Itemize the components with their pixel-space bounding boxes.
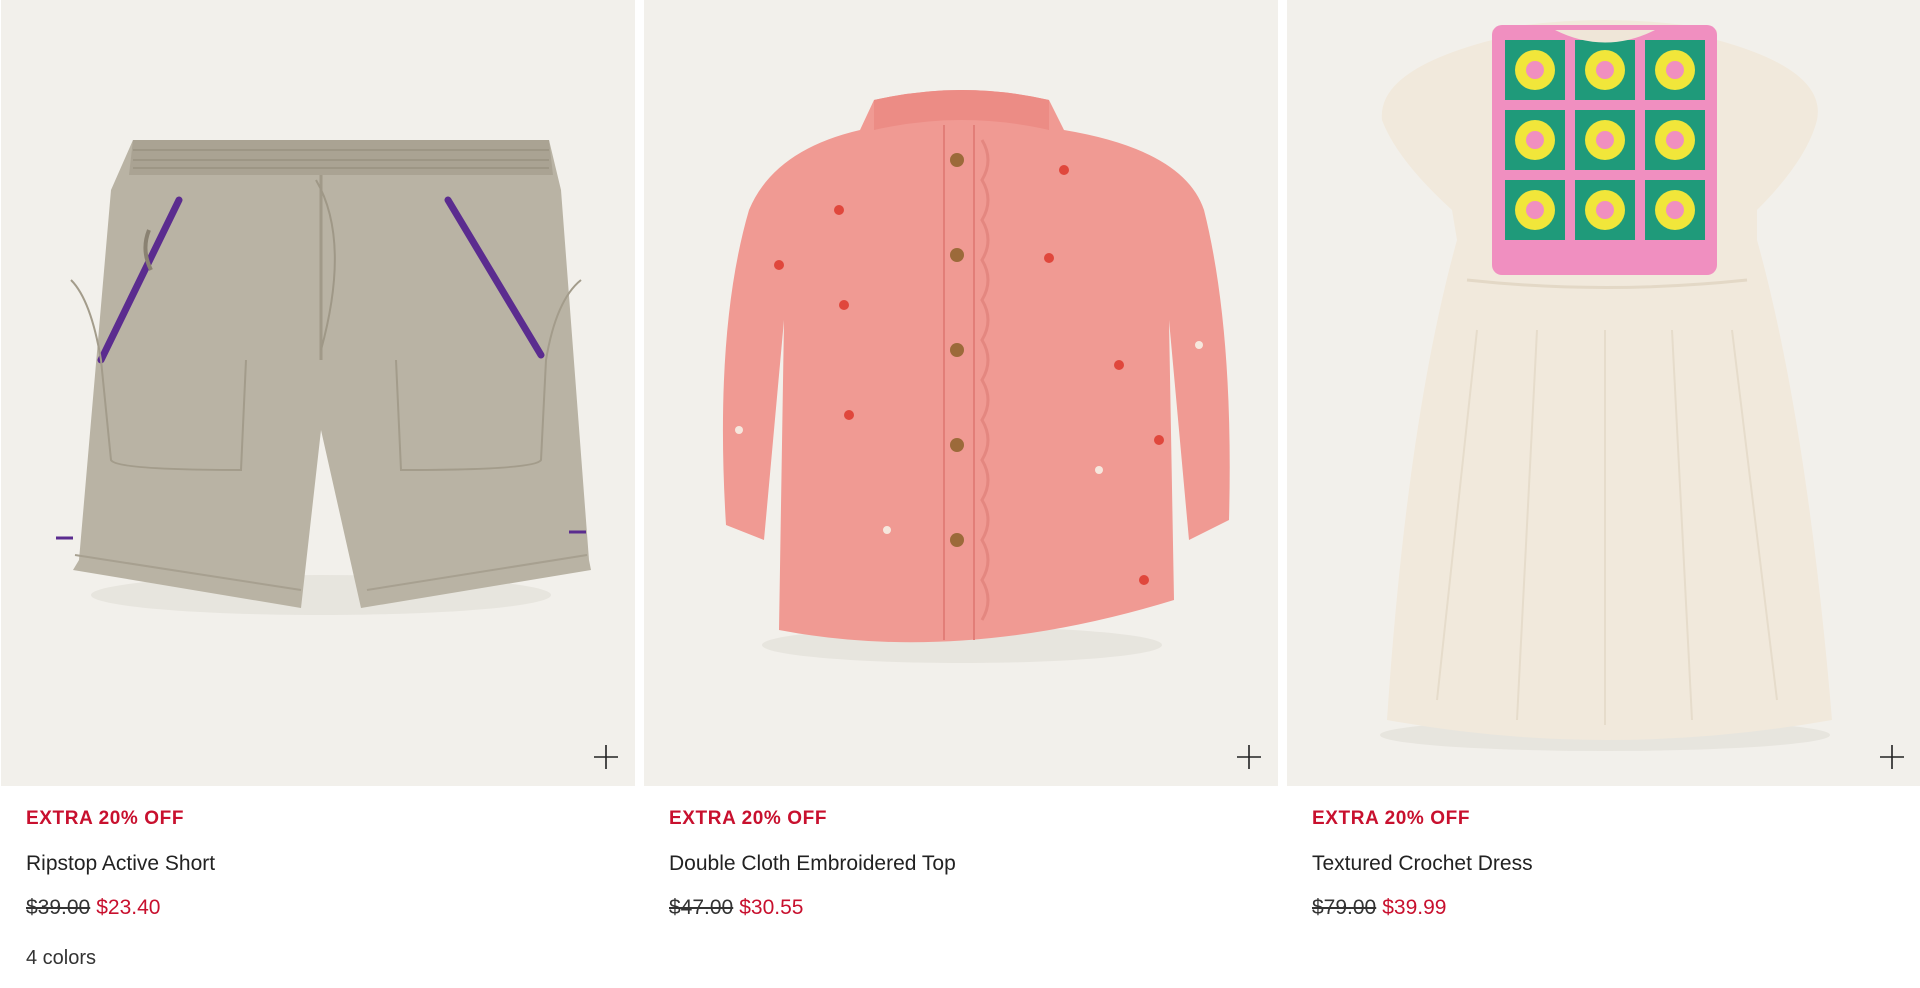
color-count-link[interactable]: 4 colors (26, 946, 610, 970)
promo-label: EXTRA 20% OFF (26, 808, 185, 829)
product-card-textured-crochet-dress[interactable]: EXTRA 20% OFF Textured Crochet Dress $79… (1287, 0, 1920, 988)
promo-label: EXTRA 20% OFF (669, 808, 828, 829)
price-row: $47.00 $30.55 (669, 896, 1253, 920)
plus-icon (1237, 745, 1261, 769)
product-image[interactable] (1287, 0, 1920, 786)
product-name-link[interactable]: Double Cloth Embroidered Top (669, 852, 1253, 876)
price-row: $39.00 $23.40 (26, 896, 610, 920)
product-card-ripstop-active-short[interactable]: EXTRA 20% OFF Ripstop Active Short $39.0… (1, 0, 635, 988)
original-price: $39.00 (26, 896, 91, 919)
product-card-double-cloth-embroidered-top[interactable]: EXTRA 20% OFF Double Cloth Embroidered T… (644, 0, 1278, 988)
product-name-link[interactable]: Textured Crochet Dress (1312, 852, 1896, 876)
dress-image (1380, 20, 1832, 751)
plus-icon (594, 745, 618, 769)
product-grid: EXTRA 20% OFF Ripstop Active Short $39.0… (0, 0, 1920, 988)
price-row: $79.00 $39.99 (1312, 896, 1896, 920)
product-name-link[interactable]: Ripstop Active Short (26, 852, 610, 876)
sale-price: $23.40 (96, 896, 161, 919)
sale-price: $30.55 (739, 896, 804, 919)
quick-add-button[interactable] (591, 742, 621, 772)
shorts-image (56, 140, 591, 615)
product-image[interactable] (644, 0, 1278, 786)
original-price: $79.00 (1312, 896, 1377, 919)
original-price: $47.00 (669, 896, 734, 919)
product-info: EXTRA 20% OFF Textured Crochet Dress $79… (1287, 786, 1920, 920)
promo-label: EXTRA 20% OFF (1312, 808, 1471, 829)
quick-add-button[interactable] (1234, 742, 1264, 772)
quick-add-button[interactable] (1877, 742, 1907, 772)
blouse-image (722, 90, 1230, 663)
product-info: EXTRA 20% OFF Double Cloth Embroidered T… (644, 786, 1278, 920)
product-info: EXTRA 20% OFF Ripstop Active Short $39.0… (1, 786, 635, 970)
product-image[interactable] (1, 0, 635, 786)
sale-price: $39.99 (1382, 896, 1447, 919)
plus-icon (1880, 745, 1904, 769)
